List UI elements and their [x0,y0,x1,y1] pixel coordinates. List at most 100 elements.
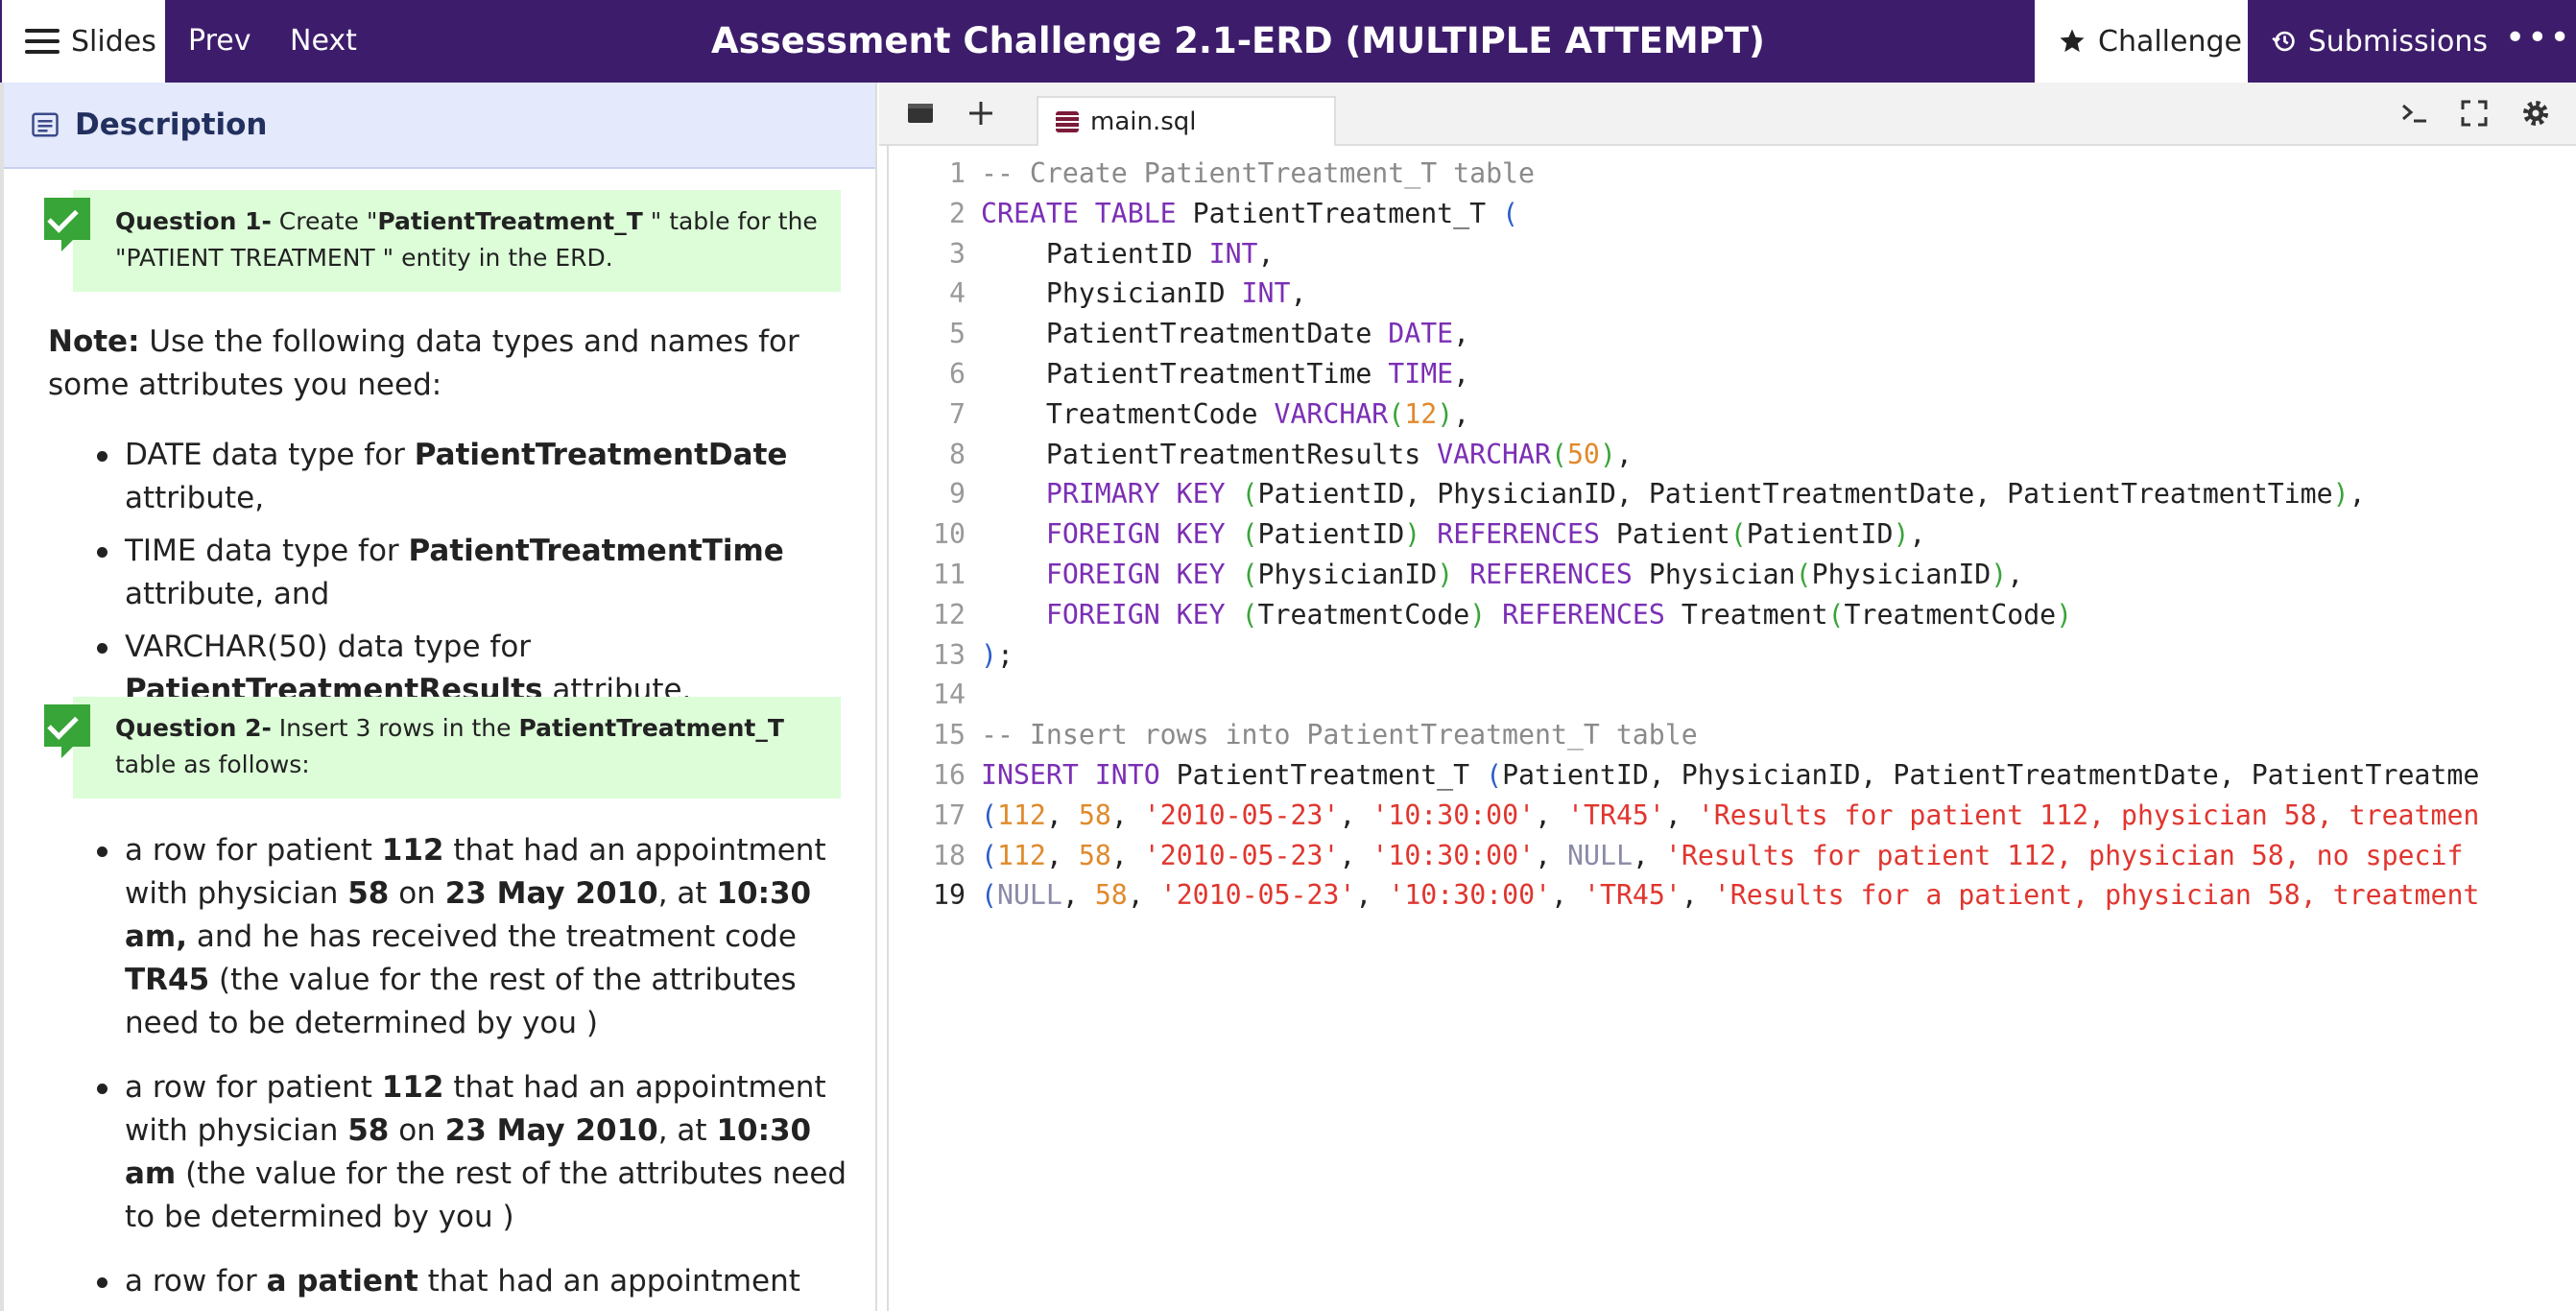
code-token: , [1127,879,1160,912]
slides-button[interactable]: Slides [2,0,165,83]
code-line[interactable]: 18 (112, 58, '2010-05-23', '10:30:00', NU… [889,836,2463,876]
settings-icon[interactable] [2515,92,2557,134]
code-line[interactable]: 6 PatientTreatmentTime TIME, [889,354,1469,394]
file-browser-icon[interactable] [898,92,941,134]
challenge-label: Challenge [2098,24,2242,59]
code-line[interactable]: 10 FOREIGN KEY (PatientID) REFERENCES Pa… [889,514,1925,555]
line-number: 18 [933,839,966,871]
fullscreen-icon[interactable] [2453,92,2495,134]
code-line[interactable]: 13); [889,635,1014,676]
code-token: , [1453,318,1470,350]
code-line[interactable]: 5 PatientTreatmentDate DATE, [889,314,1469,354]
code-token: , [1045,839,1079,871]
code-line[interactable]: 2 CREATE TABLE PatientTreatment_T ( [889,194,1518,234]
code-line[interactable]: 12 FOREIGN KEY (TreatmentCode) REFERENCE… [889,595,2072,635]
code-token: , [1290,277,1307,310]
next-button[interactable]: Next [290,0,357,83]
code-token: 12 [1404,397,1438,430]
code-line[interactable]: 14 [889,675,981,715]
code-token: ) [981,638,997,671]
code-token: 'TR45' [1567,799,1665,831]
code-token: , [2349,478,2366,511]
code-line[interactable]: 16 INSERT INTO PatientTreatment_T (Patien… [889,755,2479,796]
code-token: 'TR45' [1584,879,1682,912]
code-line[interactable]: 1 -- Create PatientTreatment_T table [889,154,1535,194]
code-token: '10:30:00' [1371,799,1536,831]
code-token: , [1257,237,1275,270]
code-token: VARCHAR [1437,438,1551,470]
code-token: PatientTreatmentDate [981,318,1389,350]
code-token: REFERENCES [1469,559,1633,590]
code-token: 'Results for patient 112, physician 58, … [1697,799,2480,831]
code-token: PRIMARY KEY [1045,478,1226,511]
code-token: TreatmentCode [1844,598,2057,631]
code-token: ) [1404,518,1421,551]
top-bar: Slides Prev Next Assessment Challenge 2.… [0,0,2576,83]
code-line[interactable]: 15 -- Insert rows into PatientTreatment_T… [889,715,1698,755]
star-icon [2060,29,2085,53]
code-line[interactable]: 17 (112, 58, '2010-05-23', '10:30:00', 'T… [889,796,2479,836]
note-label: Note: [48,324,140,359]
code-token: 58 [1078,839,1111,871]
code-editor: main.sql 1 -- Create PatientTreatment_T t… [879,83,2576,1311]
list-item: a row for patient 112 that had an appoin… [97,829,854,1045]
code-token: 58 [1078,799,1111,831]
code-token: DATE [1388,318,1454,350]
code-token: , [1551,879,1584,912]
code-token: '2010-05-23' [1143,839,1340,871]
code-token: ( [981,799,997,831]
code-area[interactable]: 1 -- Create PatientTreatment_T table 2 CREA… [887,144,2570,1311]
code-token: ) [1437,397,1454,430]
check-icon [44,198,90,240]
code-token: 112 [996,839,1046,871]
tab-main-sql[interactable]: main.sql [1037,96,1336,146]
code-token: , [1339,839,1372,871]
code-token: ( [1502,197,1519,229]
question-2: Question 2- Insert 3 rows in the Patient… [44,697,841,799]
more-options-icon[interactable]: ••• [2505,0,2570,83]
line-number: 8 [949,438,966,470]
line-number: 15 [933,719,966,751]
code-token: ( [1550,438,1567,470]
code-line[interactable]: 9 PRIMARY KEY (PatientID, PhysicianID, P… [889,474,2366,514]
terminal-icon[interactable] [2394,92,2436,134]
plus-icon[interactable] [960,92,1002,134]
question-1: Question 1- Create "PatientTreatment_T "… [44,190,841,292]
code-token: -- Insert rows into PatientTreatment_T t… [981,719,1698,751]
code-token: , [2007,559,2024,590]
code-token: PatientID, PhysicianID, PatientTreatment… [1502,759,2480,791]
question-2-text-pre: Insert 3 rows in the [271,714,519,742]
line-number: 2 [949,197,966,229]
code-line[interactable]: 11 FOREIGN KEY (PhysicianID) REFERENCES … [889,555,2023,595]
code-token: PhysicianID [981,277,1242,310]
code-line[interactable]: 8 PatientTreatmentResults VARCHAR(50), [889,435,1633,475]
code-token: PhysicianID [1811,559,1992,590]
code-token: ) [1991,559,2008,590]
description-pane: Description Question 1- Create "PatientT… [0,83,877,1311]
code-token: REFERENCES [1502,598,1665,631]
code-line[interactable]: 7 TreatmentCode VARCHAR(12), [889,394,1469,435]
code-token: PatientID [1746,518,1894,551]
code-line[interactable]: 19 (NULL, 58, '2010-05-23', '10:30:00', '… [889,875,2479,916]
code-token: ) [1437,559,1454,590]
code-line[interactable]: 3 PatientID INT, [889,234,1275,274]
submissions-label: Submissions [2307,24,2488,59]
code-token: INSERT INTO [981,759,1160,791]
code-token: Patient [1599,518,1730,551]
code-token: '10:30:00' [1388,879,1552,912]
list-item: a row for a patient that had an appointm… [97,1260,854,1311]
code-token: , [1615,438,1633,470]
note-body: Use the following data types and names f… [48,324,799,402]
line-number: 14 [933,679,966,711]
code-token: , [1045,799,1079,831]
challenge-button[interactable]: Challenge [2035,0,2248,83]
prev-button[interactable]: Prev [188,0,250,83]
code-line[interactable]: 4 PhysicianID INT, [889,274,1306,314]
submissions-button[interactable]: Submissions [2248,0,2488,83]
